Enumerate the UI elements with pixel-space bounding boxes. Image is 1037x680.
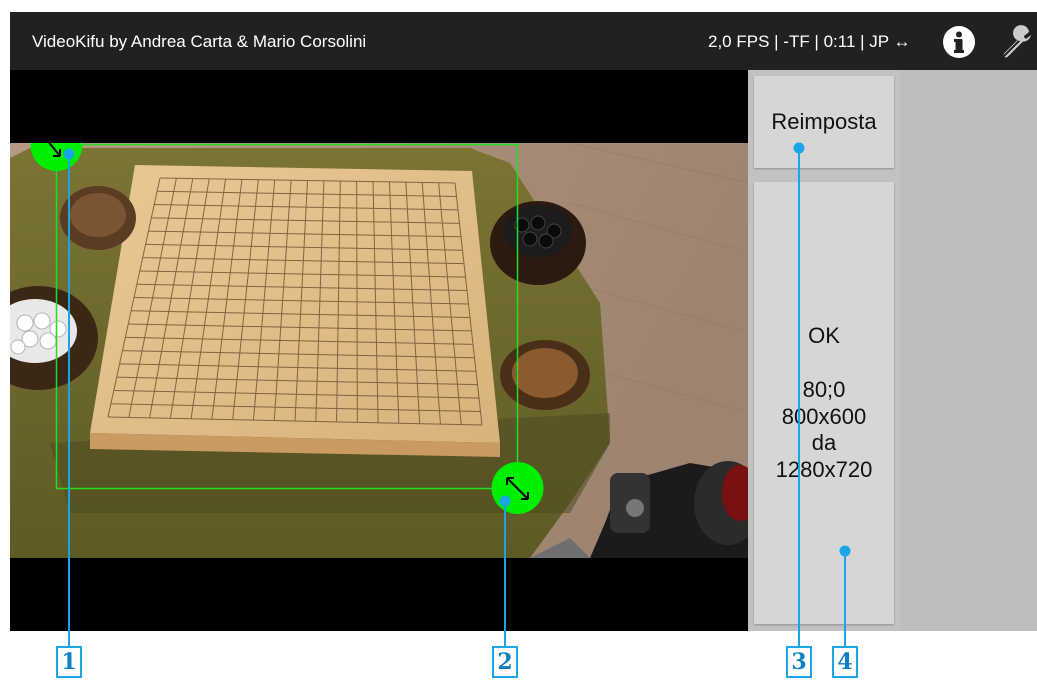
app-bar: VideoKifu by Andrea Carta & Mario Corsol… bbox=[10, 12, 1037, 70]
side-panel: Reimposta OK 80;0 800x600 da 1280x720 bbox=[748, 70, 900, 631]
callout-label-3: 3 bbox=[786, 646, 812, 678]
ok-button[interactable]: OK 80;0 800x600 da 1280x720 bbox=[754, 182, 894, 624]
app-title: VideoKifu by Andrea Carta & Mario Corsol… bbox=[32, 32, 367, 51]
crop-overlay bbox=[30, 119, 544, 514]
callout-label-2: 2 bbox=[492, 646, 518, 678]
reset-button[interactable]: Reimposta bbox=[754, 76, 894, 168]
crop-size: 800x600 bbox=[781, 403, 867, 429]
crop-rectangle bbox=[55, 143, 519, 490]
wrench-icon[interactable] bbox=[1000, 24, 1036, 60]
camera-area: Reimposta OK 80;0 800x600 da 1280x720 bbox=[10, 70, 1037, 631]
source-size: 1280x720 bbox=[775, 456, 873, 482]
status-readout: 2,0 FPS | -TF | 0:11 | JP ↔ bbox=[708, 32, 911, 51]
crop-offset: 80;0 bbox=[802, 377, 846, 403]
callout-label-1: 1 bbox=[56, 646, 82, 678]
info-icon[interactable] bbox=[943, 26, 975, 58]
ok-label: OK bbox=[808, 323, 840, 349]
from-label: da bbox=[811, 430, 837, 456]
callout-label-4: 4 bbox=[832, 646, 858, 678]
empty-panel bbox=[900, 70, 1037, 631]
bottom-right-handle-icon[interactable] bbox=[491, 462, 544, 514]
top-left-handle-icon[interactable] bbox=[30, 119, 83, 171]
